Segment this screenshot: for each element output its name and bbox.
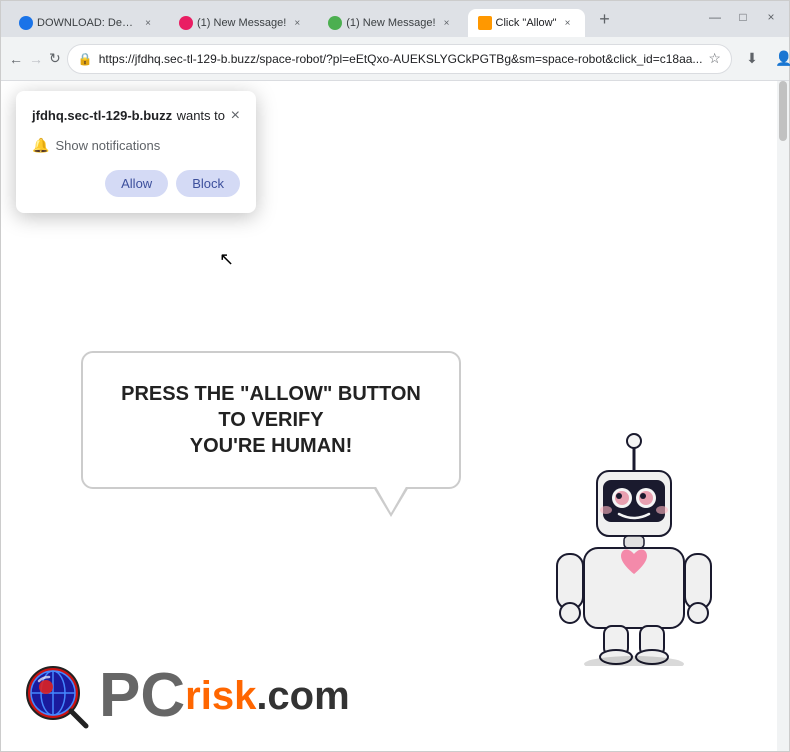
- pcrisk-text-group: PC risk .com: [99, 665, 350, 727]
- url-text: https://jfdhq.sec-tl-129-b.buzz/space-ro…: [99, 52, 703, 66]
- profile-icon[interactable]: 👤: [770, 45, 790, 73]
- title-bar: DOWNLOAD: Deadpoo... × (1) New Message! …: [1, 1, 789, 37]
- block-button[interactable]: Block: [176, 170, 240, 197]
- back-button[interactable]: ←: [9, 45, 23, 73]
- close-window-button[interactable]: ×: [761, 7, 781, 27]
- mouse-cursor: ↖: [219, 249, 234, 270]
- tab-4-active[interactable]: Click "Allow" ×: [468, 9, 585, 37]
- scrollbar[interactable]: [777, 81, 789, 751]
- speech-bubble-text: PRESS THE "ALLOW" BUTTON TO VERIFYYOU'RE…: [115, 381, 427, 459]
- show-notifications-label: Show notifications: [55, 138, 160, 153]
- speech-bubble: PRESS THE "ALLOW" BUTTON TO VERIFYYOU'RE…: [81, 351, 461, 489]
- tab-2[interactable]: (1) New Message! ×: [169, 9, 314, 37]
- tab-4-favicon: [478, 16, 492, 30]
- popup-buttons: Allow Block: [32, 170, 240, 197]
- popup-wants-text: wants to: [177, 108, 225, 123]
- lock-icon: 🔒: [78, 52, 93, 66]
- notification-popup: jfdhq.sec-tl-129-b.buzz wants to × 🔔 Sho…: [16, 91, 256, 213]
- popup-close-button[interactable]: ×: [231, 108, 240, 124]
- tab-1[interactable]: DOWNLOAD: Deadpoo... ×: [9, 9, 165, 37]
- tab-1-favicon: [19, 16, 33, 30]
- popup-site-name: jfdhq.sec-tl-129-b.buzz: [32, 108, 172, 123]
- tab-3[interactable]: (1) New Message! ×: [318, 9, 463, 37]
- popup-site-info: jfdhq.sec-tl-129-b.buzz wants to: [32, 107, 225, 125]
- window-controls: — □ ×: [705, 7, 781, 27]
- risk-label: risk: [185, 676, 256, 716]
- bell-icon: 🔔: [32, 137, 49, 154]
- robot-wrapper: [549, 426, 719, 671]
- address-bar: ← → ↻ 🔒 https://jfdhq.sec-tl-129-b.buzz/…: [1, 37, 789, 81]
- scrollbar-thumb[interactable]: [779, 81, 787, 141]
- toolbar-icons: ⬇ 👤 ⋮: [738, 45, 790, 73]
- forward-button[interactable]: →: [29, 45, 43, 73]
- bookmark-icon[interactable]: ☆: [708, 50, 721, 67]
- download-icon[interactable]: ⬇: [738, 45, 766, 73]
- maximize-button[interactable]: □: [733, 7, 753, 27]
- tab-3-title: (1) New Message!: [346, 17, 435, 29]
- speech-bubble-wrapper: PRESS THE "ALLOW" BUTTON TO VERIFYYOU'RE…: [81, 351, 461, 489]
- refresh-button[interactable]: ↻: [49, 45, 61, 73]
- webpage: jfdhq.sec-tl-129-b.buzz wants to × 🔔 Sho…: [1, 81, 789, 751]
- browser-frame: DOWNLOAD: Deadpoo... × (1) New Message! …: [0, 0, 790, 752]
- pcrisk-icon: [21, 661, 91, 731]
- popup-notification-row: 🔔 Show notifications: [32, 137, 240, 154]
- tab-4-close[interactable]: ×: [561, 16, 575, 30]
- tab-3-close[interactable]: ×: [440, 16, 454, 30]
- allow-button[interactable]: Allow: [105, 170, 168, 197]
- pc-label: PC: [99, 665, 185, 727]
- robot-illustration: [549, 426, 719, 666]
- tab-2-favicon: [179, 16, 193, 30]
- popup-header: jfdhq.sec-tl-129-b.buzz wants to ×: [32, 107, 240, 125]
- minimize-button[interactable]: —: [705, 7, 725, 27]
- tab-1-close[interactable]: ×: [141, 16, 155, 30]
- url-bar[interactable]: 🔒 https://jfdhq.sec-tl-129-b.buzz/space-…: [67, 44, 732, 74]
- tab-2-title: (1) New Message!: [197, 17, 286, 29]
- pcrisk-logo: PC risk .com: [21, 661, 350, 731]
- tab-1-title: DOWNLOAD: Deadpoo...: [37, 17, 137, 29]
- new-tab-button[interactable]: +: [593, 7, 617, 31]
- dotcom-label: .com: [256, 676, 349, 716]
- tab-4-title: Click "Allow": [496, 17, 557, 29]
- tab-3-favicon: [328, 16, 342, 30]
- tab-2-close[interactable]: ×: [290, 16, 304, 30]
